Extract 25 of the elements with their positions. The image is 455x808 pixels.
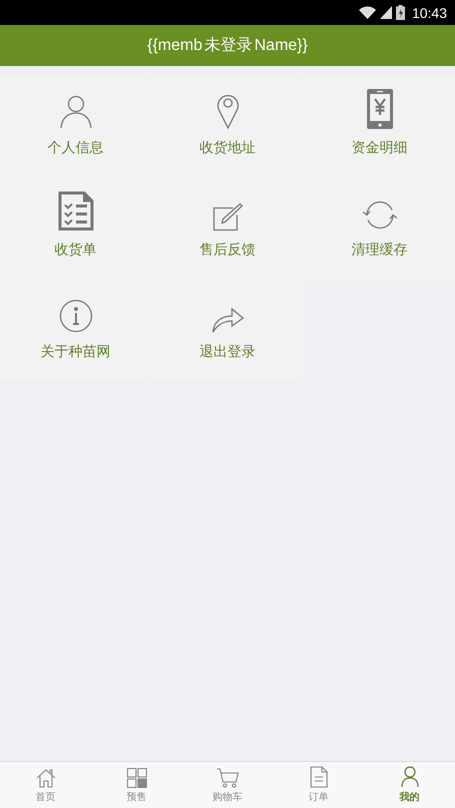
tab-item[interactable]: 预售: [91, 762, 182, 808]
info-icon: [58, 299, 92, 333]
location-pin-icon: [216, 93, 238, 129]
tab-item[interactable]: 购物车: [182, 762, 273, 808]
battery-icon: [396, 5, 405, 20]
tab-item[interactable]: 订单: [273, 762, 364, 808]
person-icon: [60, 95, 92, 129]
page-title: 未登录: [204, 36, 252, 56]
clock: 10:43: [412, 4, 447, 20]
page-title: Name}}: [254, 36, 308, 54]
tab-item[interactable]: 我的: [364, 762, 455, 808]
tab-item[interactable]: 首页: [0, 762, 91, 808]
cart-icon[interactable]: [216, 768, 238, 788]
wifi-icon: [358, 6, 376, 19]
document-icon[interactable]: [310, 766, 328, 788]
refresh-icon: [360, 199, 398, 231]
signal-icon: [380, 6, 392, 19]
checklist-icon: [58, 191, 94, 231]
home-icon[interactable]: [36, 768, 56, 788]
phone-yen-icon: [366, 89, 392, 129]
person-icon[interactable]: [400, 766, 418, 788]
share-arrow-icon: [212, 307, 244, 333]
grid-icon[interactable]: [126, 768, 146, 788]
edit-icon: [212, 203, 242, 231]
page-title: {{memb: [147, 36, 202, 54]
